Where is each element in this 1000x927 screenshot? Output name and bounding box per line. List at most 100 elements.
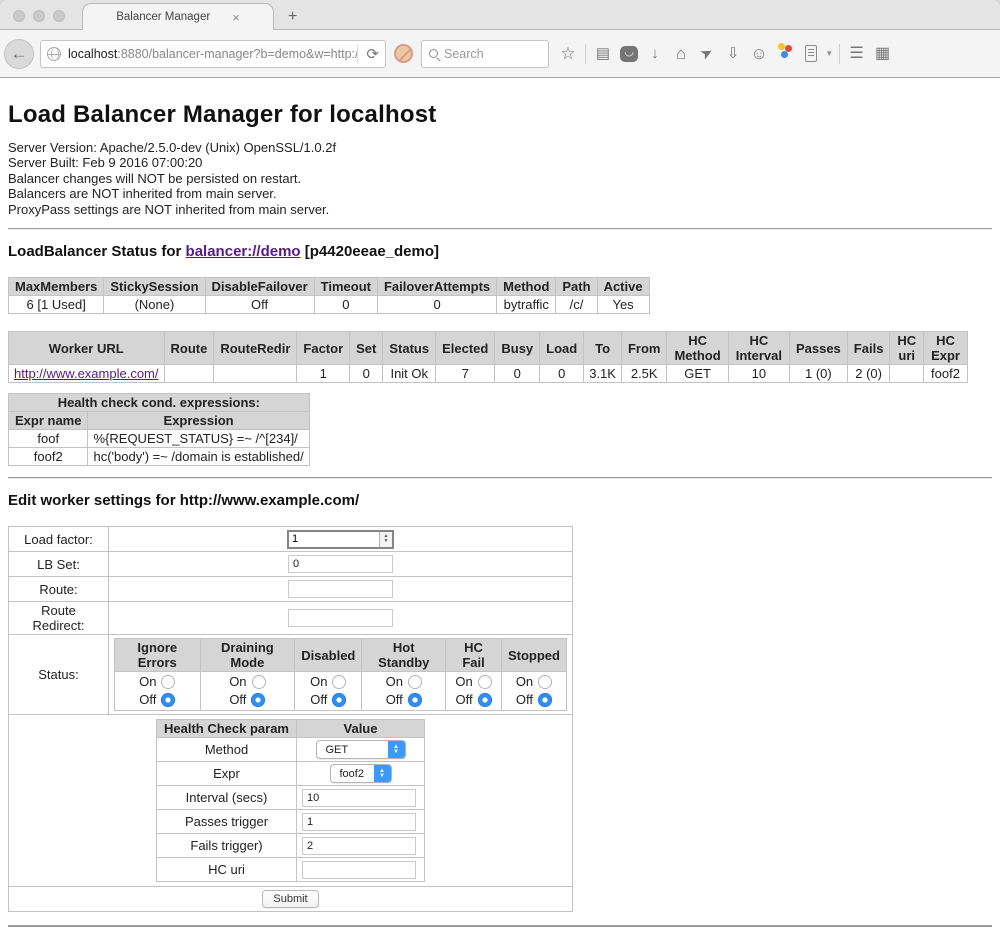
hc-uri-label: HC uri [157,858,297,882]
radio-label: Off [455,692,472,707]
status-radio-line: On [508,673,560,691]
status-radio-on[interactable] [478,675,492,689]
status-radio-off[interactable] [478,693,492,707]
status-radio-off[interactable] [161,693,175,707]
menu-hamburger-icon[interactable]: ☰ [844,41,870,67]
close-window-button[interactable] [13,10,25,22]
status-radio-line: On [121,673,194,691]
search-bar[interactable]: Search [421,40,549,68]
hc-row-uri: HC uri [157,858,425,882]
status-radio-on[interactable] [332,675,346,689]
balancer-cell: /c/ [556,296,597,314]
url-bar[interactable]: localhost:8880/balancer-manager?b=demo&w… [40,40,386,68]
status-radio-line: Off [207,691,289,709]
browser-window: Balancer Manager × + ← localhost:8880/ba… [0,0,1000,927]
status-radio-off[interactable] [332,693,346,707]
bookmark-star-icon[interactable]: ☆ [555,41,581,67]
tab-balancer-manager[interactable]: Balancer Manager × [82,3,274,30]
addon-colored-dots-icon[interactable] [772,41,798,67]
hc-method-select[interactable]: GET ▲▼ [316,740,406,759]
feedback-smiley-icon[interactable]: ☺ [746,41,772,67]
status-radio-on[interactable] [252,675,266,689]
status-column-header: Draining Mode [200,639,295,672]
hc-method-cell: GET ▲▼ [297,738,425,762]
load-factor-input[interactable] [289,532,379,547]
load-factor-input-wrap: ▲▼ [287,530,394,549]
reading-list-icon[interactable]: ▤ [590,41,616,67]
hc-expressions-title: Health check cond. expressions: [9,394,310,412]
status-radio-on[interactable] [408,675,422,689]
site-identity-globe-icon[interactable] [47,47,61,61]
panel-download-icon[interactable]: ⇩ [720,41,746,67]
hc-uri-input[interactable] [302,861,416,879]
worker-cell: 10 [728,365,789,383]
expr-name-cell: foof2 [9,448,88,466]
back-button[interactable]: ← [4,39,34,69]
table-header-row: Expr name Expression [9,412,310,430]
column-header: Active [597,278,649,296]
column-header: Expr name [9,412,88,430]
hc-method-label: Method [157,738,297,762]
worker-cell: 1 [297,365,350,383]
status-radio-off[interactable] [251,693,265,707]
column-header: Method [497,278,556,296]
home-icon[interactable]: ⌂ [668,41,694,67]
hc-passes-input[interactable] [302,813,416,831]
form-row-status: Status: Ignore ErrorsDraining ModeDisabl… [9,635,573,715]
container-battery-icon[interactable] [798,41,824,67]
route-redirect-input[interactable] [288,609,393,627]
hc-row-method: Method GET ▲▼ [157,738,425,762]
column-header: MaxMembers [9,278,104,296]
worker-url-link[interactable]: http://www.example.com/ [14,366,159,381]
submit-button[interactable]: Submit [262,890,318,908]
pocket-icon[interactable]: ◡ [620,46,638,62]
status-radio-off[interactable] [408,693,422,707]
route-input[interactable] [288,580,393,598]
radio-label: Off [310,692,327,707]
balancer-link[interactable]: balancer://demo [186,243,301,260]
select-chevrons-icon: ▲▼ [388,741,405,758]
status-radio-table: Ignore ErrorsDraining ModeDisabledHot St… [114,638,567,711]
status-radio-line: On [207,673,289,691]
status-radio-cell: OnOff [501,672,566,711]
status-radio-on[interactable] [538,675,552,689]
window-controls[interactable] [13,10,65,22]
downloads-icon[interactable]: ↓ [642,41,668,67]
hc-row-interval: Interval (secs) [157,786,425,810]
status-radio-off[interactable] [538,693,552,707]
navigation-toolbar: ← localhost:8880/balancer-manager?b=demo… [0,30,1000,78]
lb-set-label: LB Set: [9,552,109,577]
server-info-line: Server Version: Apache/2.5.0-dev (Unix) … [8,140,992,155]
balancer-status-heading: LoadBalancer Status for balancer://demo … [8,243,992,260]
zoom-window-button[interactable] [53,10,65,22]
lb-set-input[interactable] [288,555,393,573]
worker-cell: 7 [436,365,495,383]
overflow-caret-icon[interactable]: ▾ [824,48,835,59]
toolbar-icons: ☆ ▤ ◡ ↓ ⌂ ➤ ⇩ ☺ ▾ ☰ ▦ [555,41,896,67]
reload-icon[interactable]: ⟳ [357,45,379,63]
hc-expr-select[interactable]: foof2 ▲▼ [330,764,392,783]
hc-fails-input[interactable] [302,837,416,855]
status-cell: Ignore ErrorsDraining ModeDisabledHot St… [109,635,573,715]
tab-groups-icon[interactable]: ▦ [870,41,896,67]
worker-cell [890,365,924,383]
minimize-window-button[interactable] [33,10,45,22]
new-tab-button[interactable]: + [274,8,311,29]
hc-fails-cell [297,834,425,858]
hc-params-table: Health Check param Value Method GET ▲▼ [156,719,425,882]
expr-name-cell: foof [9,430,88,448]
hc-interval-input[interactable] [302,789,416,807]
worker-cell [164,365,214,383]
content-block-icon[interactable] [394,44,413,63]
server-info-line: Balancer changes will NOT be persisted o… [8,171,992,186]
worker-url-cell: http://www.example.com/ [9,365,165,383]
search-placeholder: Search [444,47,484,61]
server-info-line: ProxyPass settings are NOT inherited fro… [8,202,992,217]
status-radio-cell: OnOff [362,672,446,711]
status-radio-on[interactable] [161,675,175,689]
tab-close-icon[interactable]: × [232,10,240,25]
hc-expr-label: Expr [157,762,297,786]
number-spinner-icon[interactable]: ▲▼ [379,532,392,547]
status-radio-cell: OnOff [446,672,502,711]
toolbar-separator [585,44,586,64]
